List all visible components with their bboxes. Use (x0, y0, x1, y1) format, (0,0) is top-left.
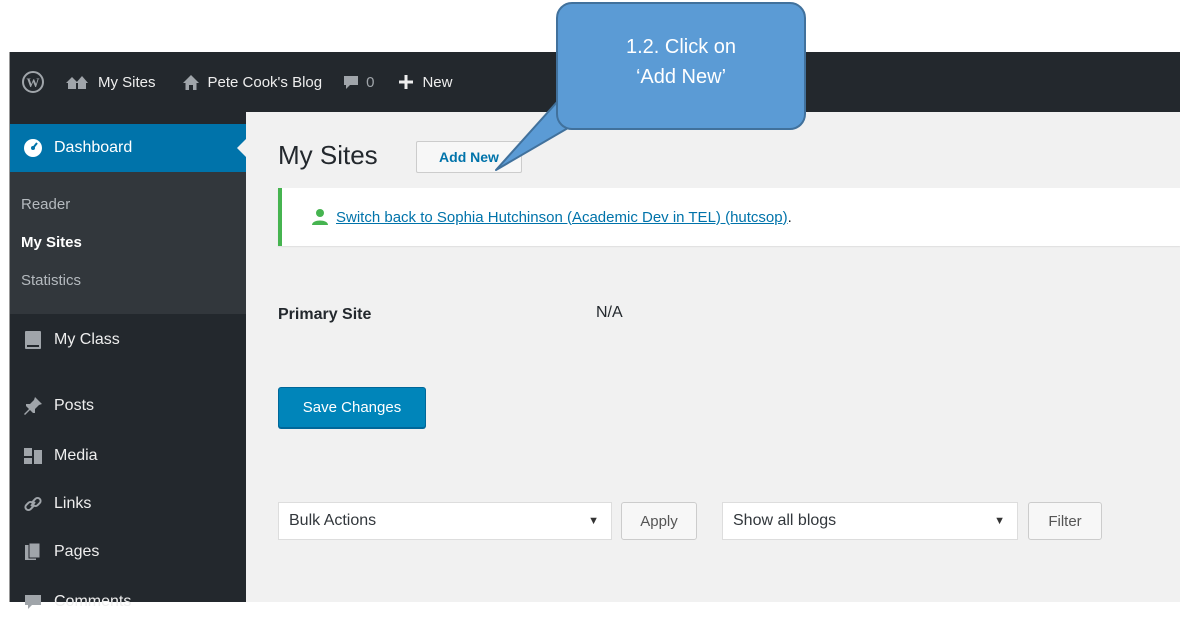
link-icon (22, 494, 44, 514)
pushpin-icon (22, 396, 44, 416)
window-edge (0, 52, 10, 602)
primary-site-label: Primary Site (278, 306, 372, 323)
new-content-menu[interactable]: New (390, 52, 460, 112)
user-icon (310, 208, 330, 226)
page-title: My Sites (278, 140, 378, 170)
sidebar-item-label: Links (54, 495, 92, 512)
sidebar-item-media[interactable]: Media (10, 436, 246, 476)
add-new-button[interactable]: Add New (416, 141, 522, 173)
primary-site-value: N/A (596, 304, 623, 321)
submenu-item-statistics[interactable]: Statistics (21, 272, 81, 289)
show-blogs-select[interactable]: Show all blogs ▼ (722, 502, 1018, 540)
notice-period: . (787, 208, 792, 226)
sidebar-item-my-class[interactable]: My Class (10, 320, 246, 360)
media-icon (22, 446, 44, 466)
sidebar-item-posts[interactable]: Posts (10, 386, 246, 426)
comments-menu[interactable]: 0 (334, 52, 382, 112)
my-sites-icon (64, 73, 90, 91)
sidebar-item-label: Comments (54, 593, 132, 610)
dashboard-submenu: Reader My Sites Statistics (10, 172, 246, 314)
admin-sidebar: Dashboard Reader My Sites Statistics My … (10, 112, 247, 610)
instruction-callout: 1.2. Click on ‘Add New’ (556, 2, 806, 130)
comment-icon (342, 74, 360, 91)
callout-line-1: 1.2. Click on (625, 36, 737, 58)
pages-icon (22, 542, 44, 562)
site-name-menu[interactable]: Pete Cook's Blog (174, 52, 331, 112)
sidebar-item-label: Media (54, 447, 98, 464)
dashboard-icon (22, 138, 44, 158)
sidebar-item-label: Pages (54, 543, 100, 560)
sidebar-item-label: Dashboard (54, 139, 133, 156)
bulk-actions-value: Bulk Actions (289, 512, 377, 529)
sidebar-item-label: Posts (54, 397, 95, 414)
bulk-actions-select[interactable]: Bulk Actions ▼ (278, 502, 612, 540)
home-icon (182, 74, 200, 91)
apply-button[interactable]: Apply (621, 502, 697, 540)
svg-text:W: W (27, 75, 40, 90)
book-icon (22, 330, 44, 350)
callout-line-2: ‘Add New’ (635, 66, 727, 88)
plus-icon (398, 74, 414, 90)
sidebar-item-pages[interactable]: Pages (10, 532, 246, 572)
dropdown-arrow-icon: ▼ (994, 515, 1005, 527)
comment-icon (22, 592, 44, 612)
switch-back-link[interactable]: Switch back to Sophia Hutchinson (Academ… (336, 209, 788, 226)
show-blogs-value: Show all blogs (733, 512, 837, 529)
sidebar-item-comments[interactable]: Comments (10, 582, 246, 622)
submenu-item-my-sites[interactable]: My Sites (21, 234, 82, 251)
save-changes-button[interactable]: Save Changes (278, 387, 426, 428)
my-sites-menu[interactable]: My Sites (56, 52, 164, 112)
site-name-label: Pete Cook's Blog (207, 73, 323, 91)
submenu-item-reader[interactable]: Reader (21, 196, 70, 213)
sidebar-item-links[interactable]: Links (10, 484, 246, 524)
new-label: New (422, 73, 453, 91)
dropdown-arrow-icon: ▼ (588, 515, 599, 527)
comments-count: 0 (366, 73, 375, 91)
sidebar-item-label: My Class (54, 331, 120, 348)
wordpress-logo-icon[interactable]: W (10, 52, 56, 112)
my-sites-label: My Sites (98, 73, 156, 91)
switch-back-notice: Switch back to Sophia Hutchinson (Academ… (278, 188, 1180, 246)
filter-button[interactable]: Filter (1028, 502, 1102, 540)
sidebar-item-dashboard[interactable]: Dashboard (10, 124, 247, 172)
